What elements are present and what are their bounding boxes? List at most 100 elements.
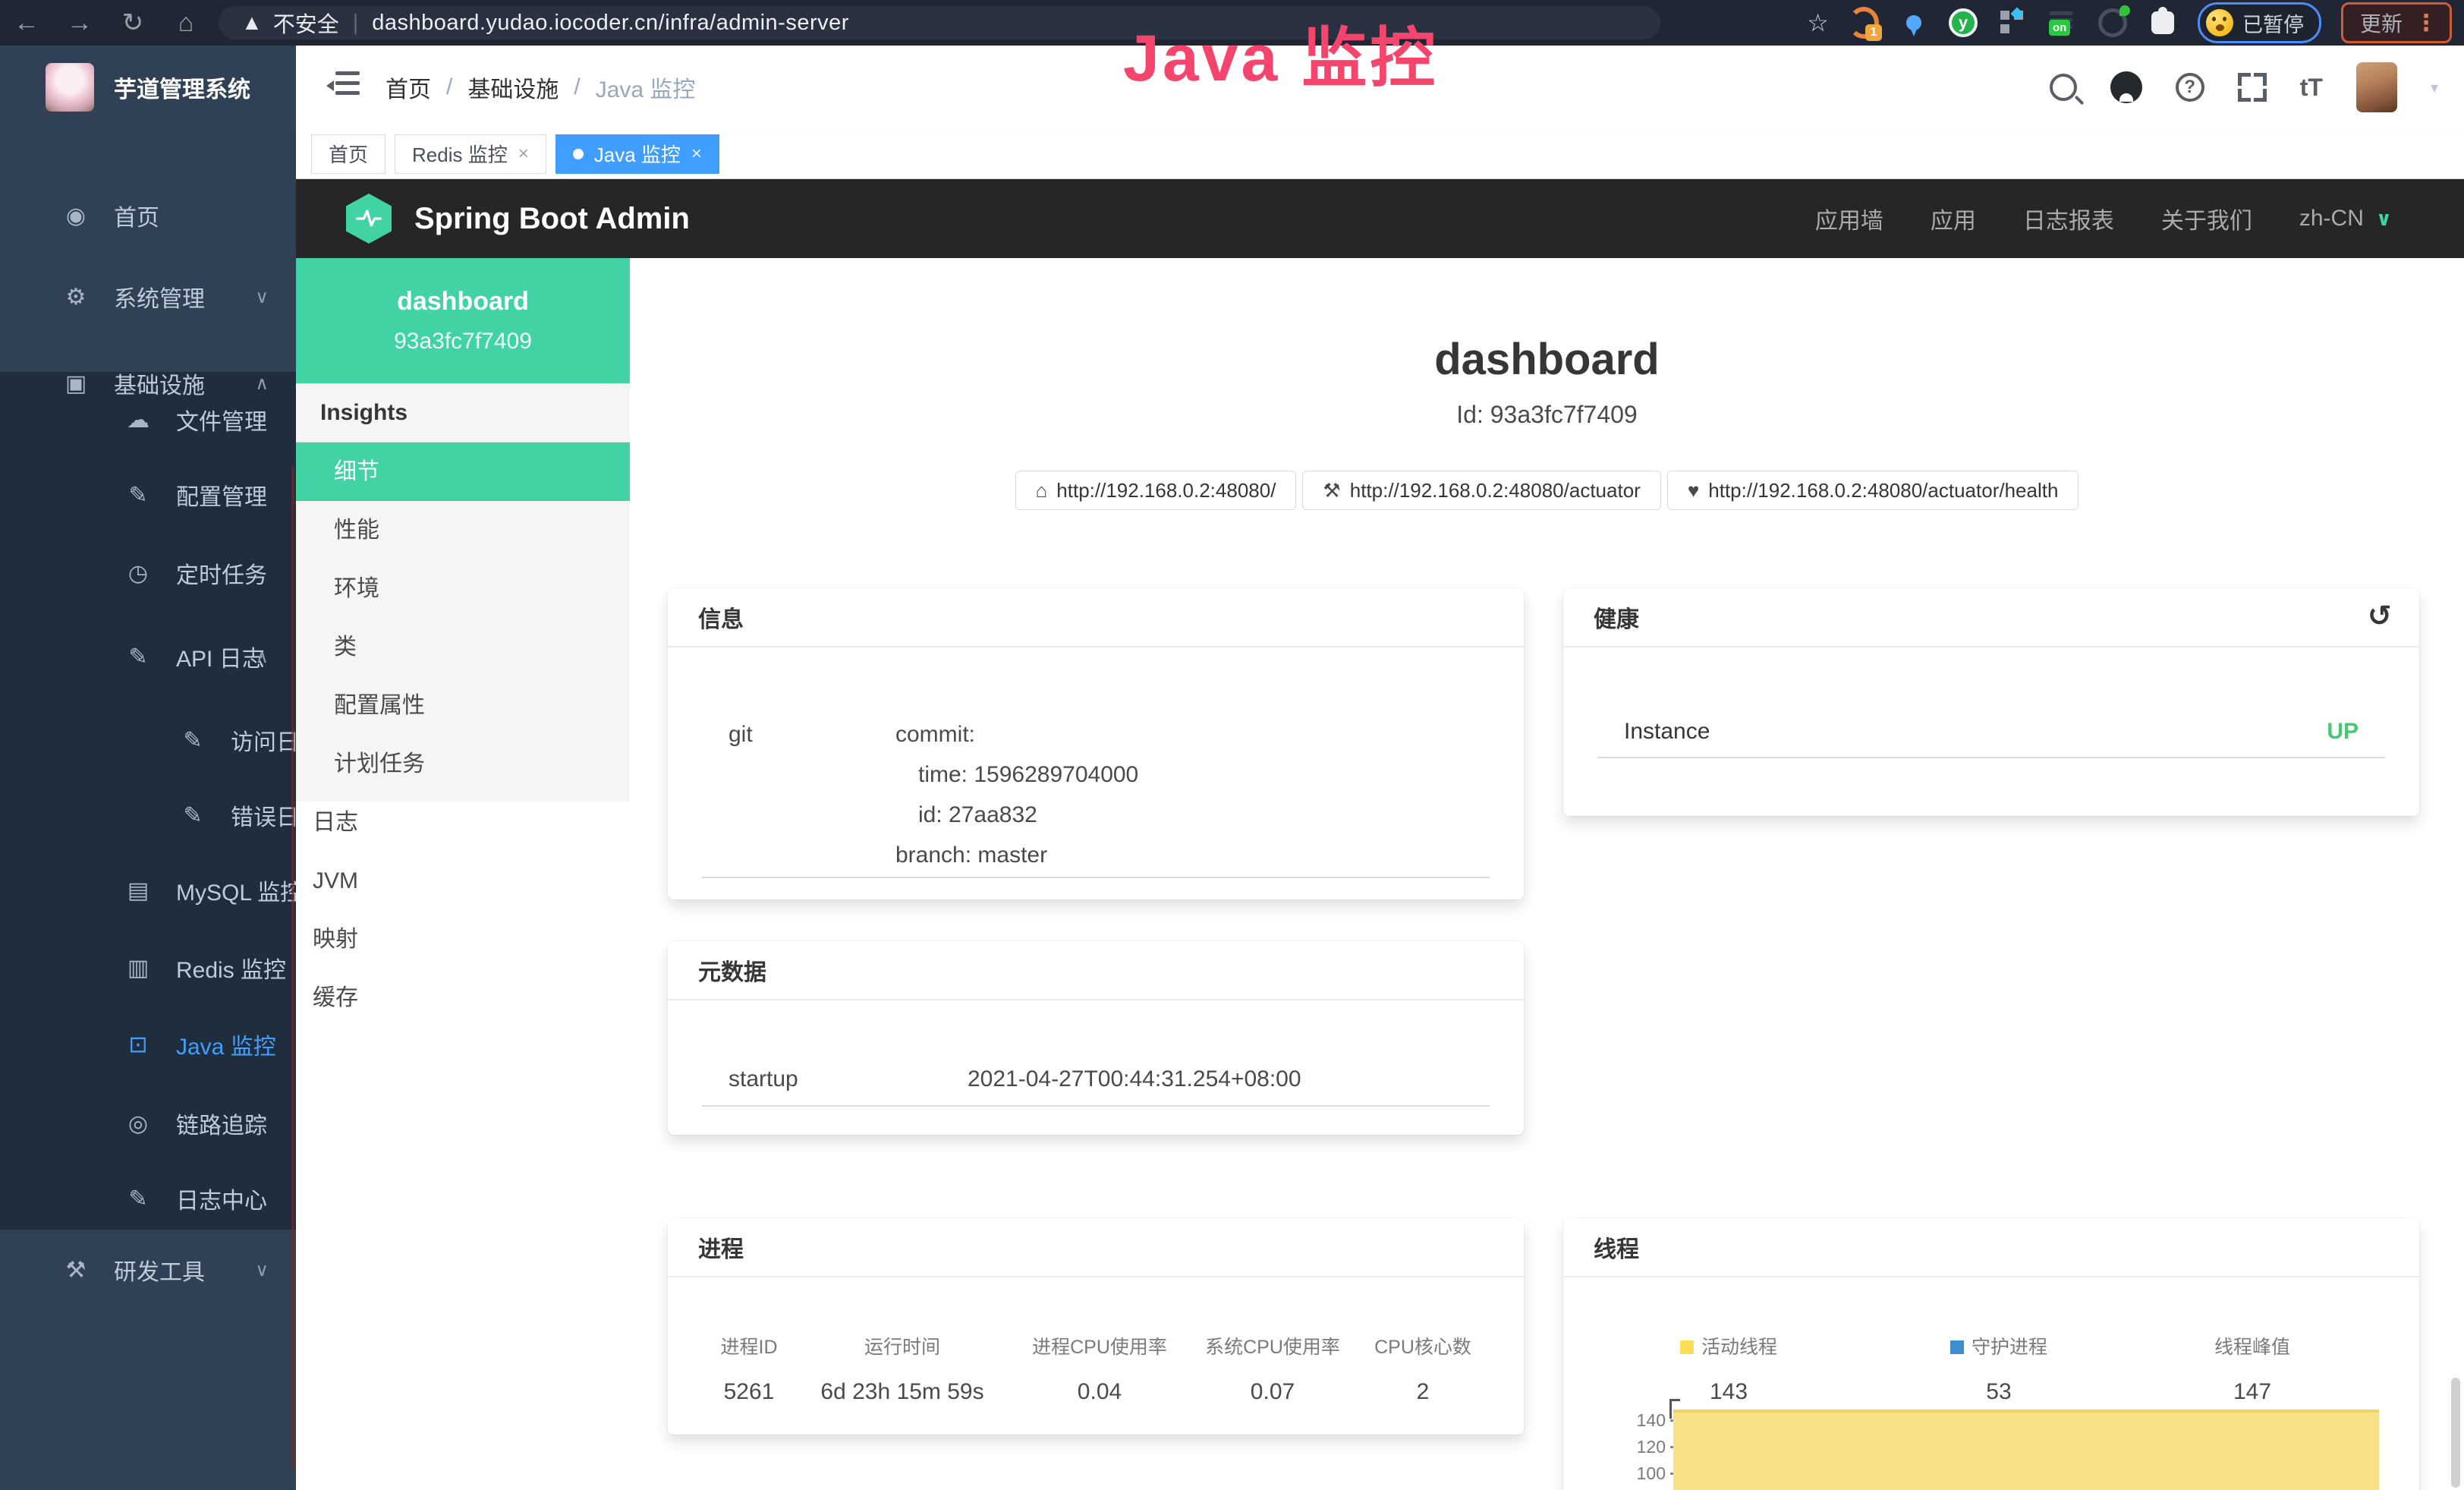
instance-header[interactable]: dashboard 93a3fc7f7409 <box>296 258 630 383</box>
sidebar-item-home[interactable]: ◉ 首页 <box>0 178 296 254</box>
heartbeat-icon: ♥ <box>1688 479 1699 502</box>
fullscreen-icon[interactable] <box>2238 73 2267 102</box>
menu-item-mappings[interactable]: 映射 <box>296 910 630 969</box>
menu-item-jvm[interactable]: JVM <box>296 852 630 910</box>
sidebar-item-config-manage[interactable]: ✎ 配置管理 <box>0 457 296 533</box>
menu-item-classes[interactable]: 类 <box>296 618 630 676</box>
close-icon[interactable]: × <box>691 143 702 165</box>
browser-reload-icon[interactable]: ↻ <box>106 8 159 38</box>
health-instance-row[interactable]: Instance UP <box>1597 719 2385 758</box>
extension-pin-icon[interactable] <box>1899 8 1929 38</box>
github-icon[interactable] <box>2110 71 2142 103</box>
user-avatar[interactable] <box>2356 62 2397 112</box>
browser-menu-dots-icon[interactable]: ⋮ <box>2415 10 2437 36</box>
process-stat-cores: CPU核心数 2 <box>1374 1332 1471 1405</box>
sba-nav-wallboard[interactable]: 应用墙 <box>1815 202 1883 235</box>
service-url-button[interactable]: ⌂ http://192.168.0.2:48080/ <box>1015 471 1297 510</box>
menu-item-environment[interactable]: 环境 <box>296 559 630 618</box>
sidebar-item-java-monitor[interactable]: ⊡ Java 监控 <box>0 1006 296 1082</box>
log-edit-icon: ✎ <box>121 1186 155 1212</box>
tab-redis-monitor[interactable]: Redis 监控 × <box>395 134 546 174</box>
sba-brand-title[interactable]: Spring Boot Admin <box>414 202 690 236</box>
menu-item-config-props[interactable]: 配置属性 <box>296 676 630 735</box>
breadcrumb-home[interactable]: 首页 <box>385 71 431 104</box>
sidebar-item-log-center[interactable]: ✎ 日志中心 <box>0 1161 296 1236</box>
browser-update-button[interactable]: 更新 ⋮ <box>2341 2 2452 43</box>
info-card-title: 信息 <box>668 588 1524 647</box>
extension-on-icon[interactable]: on <box>2047 8 2078 38</box>
sidebar-item-access-log[interactable]: ✎ 访问日志 <box>0 702 296 778</box>
chevron-down-icon: ∨ <box>255 1259 269 1281</box>
actuator-url-button[interactable]: ⚒ http://192.168.0.2:48080/actuator <box>1302 471 1660 510</box>
extension-y-icon[interactable]: y <box>1949 8 1978 37</box>
sidebar-item-dev-tools[interactable]: ⚒ 研发工具 ∨ <box>0 1232 296 1308</box>
gear-icon: ⚙ <box>59 284 93 310</box>
menu-item-logs[interactable]: 日志 <box>296 793 630 852</box>
tab-java-monitor[interactable]: Java 监控 × <box>555 134 719 174</box>
sidebar-item-mysql-monitor[interactable]: ▤ MySQL 监控 <box>0 852 296 928</box>
sba-nav-links: 应用墙 应用 日志报表 关于我们 zh-CN ∨ <box>1815 179 2392 258</box>
sidebar-item-file-manage[interactable]: ☁ 文件管理 <box>0 382 296 458</box>
menu-item-metrics[interactable]: 性能 <box>296 501 630 559</box>
sba-logo-icon[interactable] <box>346 194 392 244</box>
sidebar-collapse-icon[interactable] <box>328 71 360 102</box>
browser-home-icon[interactable]: ⌂ <box>159 8 212 38</box>
history-icon[interactable]: ↻ <box>2368 599 2392 633</box>
browser-back-icon[interactable]: ← <box>0 8 53 38</box>
sidebar-item-tracing[interactable]: ◎ 链路追踪 <box>0 1085 296 1161</box>
log-edit-icon: ✎ <box>176 802 209 829</box>
y-tick-140: 140 <box>1609 1410 1666 1431</box>
close-icon[interactable]: × <box>518 143 529 165</box>
sidebar-item-scheduled-jobs[interactable]: ◷ 定时任务 <box>0 535 296 611</box>
screen-icon: ⊡ <box>121 1032 155 1058</box>
timer-icon: ◷ <box>121 560 155 587</box>
menu-item-details[interactable]: 细节 <box>296 443 630 501</box>
paused-label: 已暂停 <box>2242 8 2304 38</box>
extension-grid-icon[interactable] <box>1997 8 2028 38</box>
help-icon[interactable]: ? <box>2176 73 2204 102</box>
extension-reload-icon[interactable]: 1 <box>1849 8 1879 38</box>
profile-paused-badge[interactable]: 已暂停 <box>2198 2 2321 43</box>
health-card: 健康 ↻ Instance UP <box>1563 588 2419 816</box>
admin-sidebar: 芋道管理系统 ◉ 首页 ⚙ 系统管理 ∨ ▣ 基础设施 ∧ ☁ 文件管理 ✎ 配… <box>0 46 296 1490</box>
health-card-title: 健康 <box>1594 600 1639 634</box>
address-bar[interactable]: ▲ 不安全 | dashboard.yudao.iocoder.cn/infra… <box>219 6 1660 39</box>
sba-nav-applications[interactable]: 应用 <box>1931 202 1976 235</box>
metadata-card-title: 元数据 <box>668 941 1524 1000</box>
breadcrumb: 首页 / 基础设施 / Java 监控 <box>385 46 695 129</box>
menu-item-scheduled-tasks[interactable]: 计划任务 <box>296 735 630 793</box>
metadata-startup-value: 2021-04-27T00:44:31.254+08:00 <box>968 1061 1301 1098</box>
eye-icon: ◎ <box>121 1110 155 1137</box>
info-git-label: git <box>729 714 895 877</box>
health-url-button[interactable]: ♥ http://192.168.0.2:48080/actuator/heal… <box>1667 471 2079 510</box>
app-logo[interactable]: 芋道管理系统 <box>0 46 296 129</box>
breadcrumb-current: Java 监控 <box>596 71 696 104</box>
sba-nav-about[interactable]: 关于我们 <box>2161 202 2252 235</box>
sidebar-item-system[interactable]: ⚙ 系统管理 ∨ <box>0 259 296 335</box>
font-size-icon[interactable]: tT <box>2300 74 2323 102</box>
process-card-title: 进程 <box>668 1218 1524 1277</box>
menu-item-caches[interactable]: 缓存 <box>296 969 630 1027</box>
info-card: 信息 git commit: time: 1596289704000 id: 2… <box>668 588 1524 899</box>
sba-nav-journal[interactable]: 日志报表 <box>2023 202 2114 235</box>
breadcrumb-infra[interactable]: 基础设施 <box>467 71 559 104</box>
extensions-puzzle-icon[interactable] <box>2148 8 2178 38</box>
process-stat-pid: 进程ID 5261 <box>720 1332 777 1405</box>
tab-home[interactable]: 首页 <box>311 134 385 174</box>
log-edit-icon: ✎ <box>176 727 209 754</box>
threads-card: 线程 活动线程 143 守护进程 53 线程峰值 147 140 120 100 <box>1563 1218 2419 1490</box>
sidebar-item-redis-monitor[interactable]: ▥ Redis 监控 <box>0 930 296 1006</box>
scrollbar-thumb[interactable] <box>2451 1378 2460 1488</box>
bookmark-star-icon[interactable]: ☆ <box>1807 8 1829 37</box>
browser-forward-icon[interactable]: → <box>53 8 106 38</box>
extension-leaf-icon[interactable] <box>2097 8 2128 38</box>
status-badge: UP <box>2327 719 2359 745</box>
search-icon[interactable] <box>2050 74 2077 101</box>
avatar-caret-icon[interactable]: ▾ <box>2431 78 2438 97</box>
screenshot-root: ← → ↻ ⌂ ▲ 不安全 | dashboard.yudao.iocoder.… <box>0 0 2464 1490</box>
sidebar-item-api-log[interactable]: ✎ API 日志 ∧ <box>0 619 296 695</box>
sba-locale-select[interactable]: zh-CN ∨ <box>2299 206 2392 232</box>
process-stat-syscpu: 系统CPU使用率 0.07 <box>1205 1332 1340 1405</box>
process-stat-uptime: 运行时间 6d 23h 15m 59s <box>820 1332 983 1405</box>
sidebar-item-error-log[interactable]: ✎ 错误日志 <box>0 777 296 853</box>
